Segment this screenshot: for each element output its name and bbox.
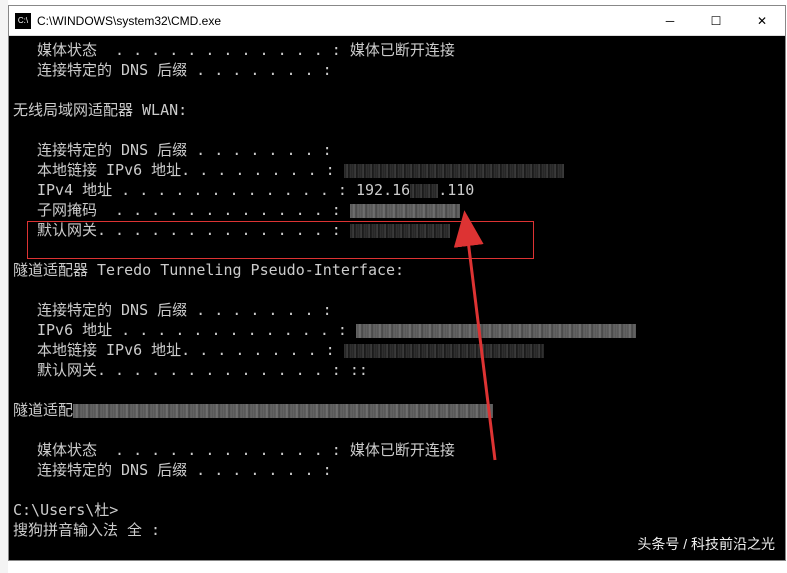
output-line: 连接特定的 DNS 后缀 . . . . . . . : bbox=[13, 140, 785, 160]
output-line bbox=[13, 120, 785, 140]
command-prompt: C:\Users\杜> bbox=[13, 500, 785, 520]
cmd-window: C:\ C:\WINDOWS\system32\CMD.exe ─ ☐ ✕ 媒体… bbox=[8, 5, 786, 561]
maximize-button[interactable]: ☐ bbox=[693, 6, 739, 36]
window-controls: ─ ☐ ✕ bbox=[647, 6, 785, 36]
adapter-header: 无线局域网适配器 WLAN: bbox=[13, 100, 785, 120]
output-line bbox=[13, 420, 785, 440]
output-line bbox=[13, 480, 785, 500]
page-background-edge bbox=[0, 0, 8, 573]
window-titlebar[interactable]: C:\ C:\WINDOWS\system32\CMD.exe ─ ☐ ✕ bbox=[9, 6, 785, 36]
output-line: 连接特定的 DNS 后缀 . . . . . . . : bbox=[13, 60, 785, 80]
output-line: 默认网关. . . . . . . . . . . . . : :: bbox=[13, 360, 785, 380]
output-line: 本地链接 IPv6 地址. . . . . . . . : bbox=[13, 340, 785, 360]
output-line bbox=[13, 280, 785, 300]
output-line: 默认网关. . . . . . . . . . . . . : bbox=[13, 220, 785, 240]
cmd-icon: C:\ bbox=[15, 13, 31, 29]
output-line: 本地链接 IPv6 地址. . . . . . . . : bbox=[13, 160, 785, 180]
output-line: IPv6 地址 . . . . . . . . . . . . : bbox=[13, 320, 785, 340]
output-line bbox=[13, 380, 785, 400]
window-title: C:\WINDOWS\system32\CMD.exe bbox=[37, 14, 647, 28]
output-line bbox=[13, 80, 785, 100]
output-line: 隧道适配 bbox=[13, 400, 785, 420]
minimize-button[interactable]: ─ bbox=[647, 6, 693, 36]
terminal-output[interactable]: 媒体状态 . . . . . . . . . . . . : 媒体已断开连接 连… bbox=[9, 36, 785, 560]
output-line: 连接特定的 DNS 后缀 . . . . . . . : bbox=[13, 300, 785, 320]
output-line: 连接特定的 DNS 后缀 . . . . . . . : bbox=[13, 460, 785, 480]
watermark-text: 头条号 / 科技前沿之光 bbox=[637, 534, 775, 554]
output-line: 媒体状态 . . . . . . . . . . . . : 媒体已断开连接 bbox=[13, 40, 785, 60]
ipv4-line: IPv4 地址 . . . . . . . . . . . . : 192.16… bbox=[13, 180, 785, 200]
output-line: 媒体状态 . . . . . . . . . . . . : 媒体已断开连接 bbox=[13, 440, 785, 460]
close-button[interactable]: ✕ bbox=[739, 6, 785, 36]
adapter-header: 隧道适配器 Teredo Tunneling Pseudo-Interface: bbox=[13, 260, 785, 280]
output-line: 子网掩码 . . . . . . . . . . . . : bbox=[13, 200, 785, 220]
output-line bbox=[13, 240, 785, 260]
